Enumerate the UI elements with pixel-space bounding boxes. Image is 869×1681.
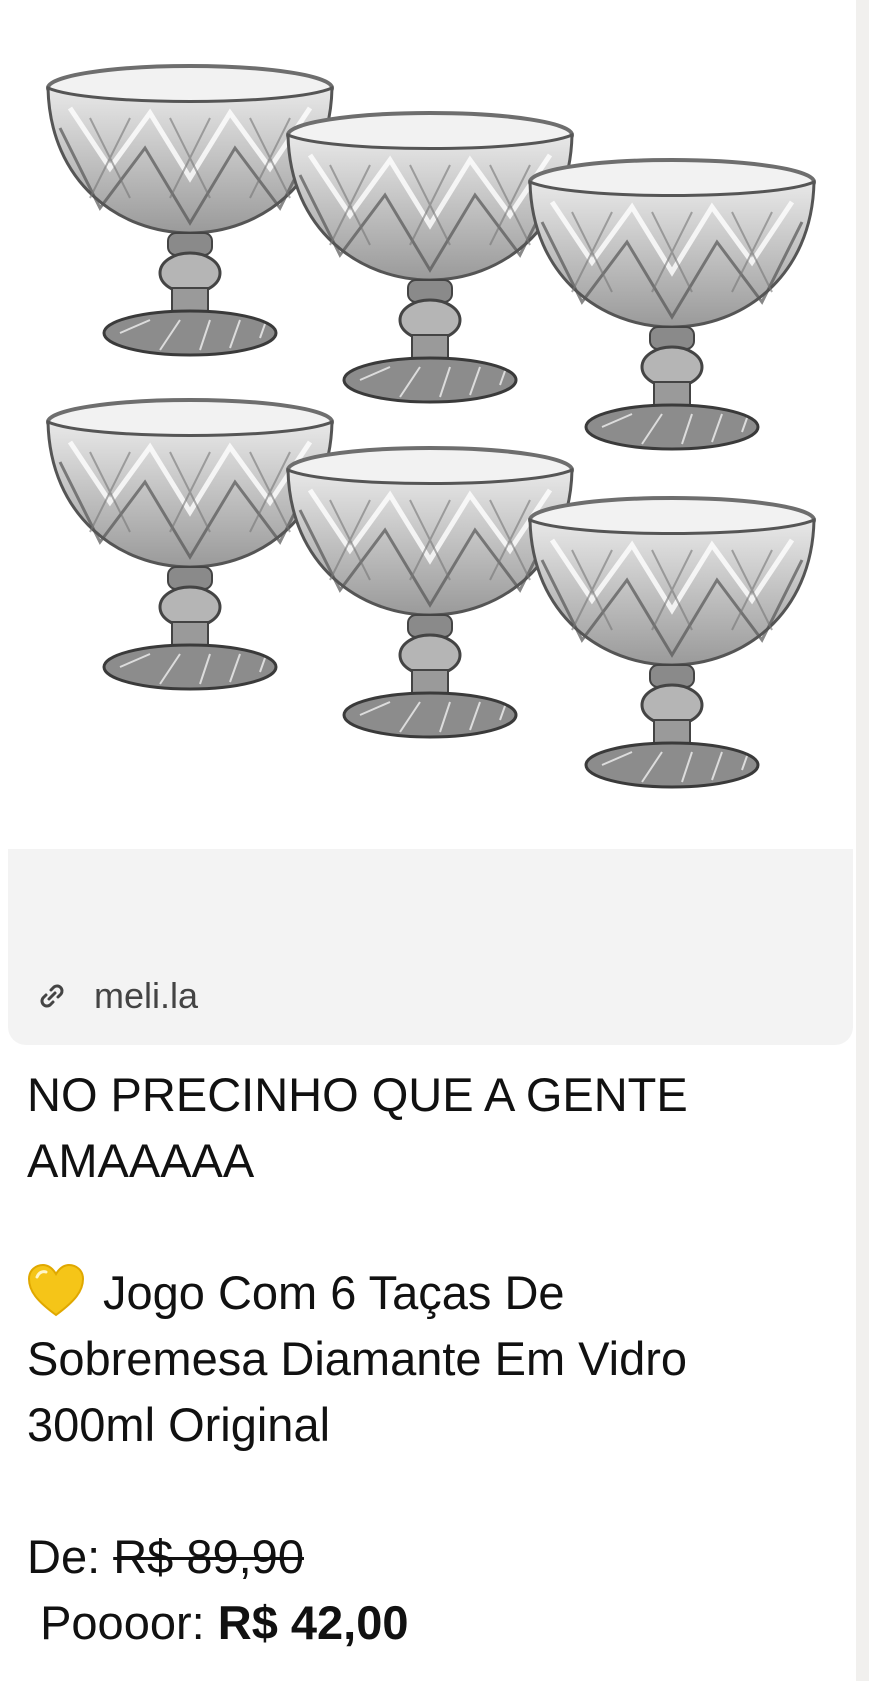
product-line-1: Jogo Com 6 Taças De: [27, 1260, 827, 1326]
link-preview-card[interactable]: meli.la: [8, 849, 853, 1045]
new-price-label: Poooor:: [40, 1596, 205, 1649]
new-price: R$ 42,00: [217, 1596, 409, 1649]
yellow-heart-icon: [27, 1263, 85, 1334]
link-preview-row[interactable]: meli.la: [32, 973, 198, 1019]
product-line-3: 300ml Original: [27, 1398, 331, 1451]
link-icon: [32, 976, 72, 1016]
message-text: NO PRECINHO QUE A GENTE AMAAAAA Jogo Com…: [27, 1062, 827, 1656]
headline-line-2: AMAAAAA: [27, 1134, 255, 1187]
old-price: R$ 89,90: [113, 1530, 304, 1583]
product-image[interactable]: [0, 0, 856, 848]
glasses-illustration: [0, 0, 856, 848]
product-title-1: Jogo Com 6 Taças De: [103, 1266, 565, 1319]
headline-line-1: NO PRECINHO QUE A GENTE: [27, 1068, 688, 1121]
chat-background-edge: [856, 0, 869, 1681]
new-price-line: Poooor: R$ 42,00: [27, 1590, 827, 1656]
old-price-label: De:: [27, 1530, 101, 1583]
product-line-2: Sobremesa Diamante Em Vidro: [27, 1332, 688, 1385]
message-bubble: meli.la NO PRECINHO QUE A GENTE AMAAAAA …: [0, 0, 856, 1681]
link-domain[interactable]: meli.la: [94, 975, 198, 1017]
old-price-line: De: R$ 89,90: [27, 1524, 827, 1590]
